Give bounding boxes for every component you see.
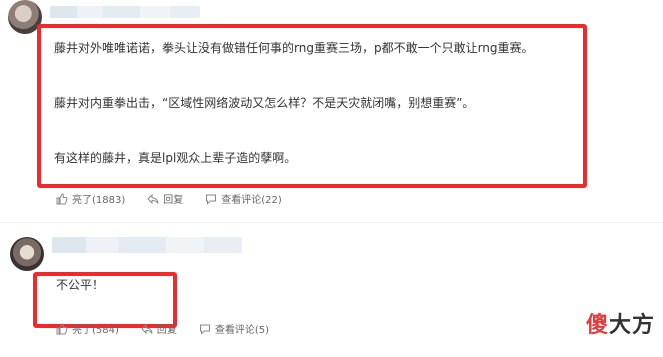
like-button[interactable]: 亮了(584) (56, 321, 119, 336)
reply-label: 回复 (156, 325, 177, 336)
username-blurred[interactable] (52, 237, 242, 253)
view-comments-button[interactable]: 查看评论(22) (205, 191, 282, 206)
comment-bubble-icon (206, 194, 217, 205)
user-avatar[interactable] (10, 237, 44, 271)
reply-icon (141, 323, 153, 334)
watermark-part1: 傻 (585, 313, 609, 338)
highlight-box (33, 272, 177, 328)
view-comments-button[interactable]: 查看评论(5) (199, 321, 269, 336)
thumbs-up-icon (56, 192, 68, 204)
like-button[interactable]: 亮了(1883) (56, 191, 125, 206)
username-blurred[interactable] (50, 6, 200, 18)
comment-actions: 亮了(1883) 回复 查看评论(22) (56, 191, 282, 206)
reply-button[interactable]: 回复 (141, 321, 177, 336)
like-count-label: 亮了(584) (72, 325, 119, 336)
watermark-part2: 大方 (608, 313, 655, 338)
view-comments-label: 查看评论(5) (214, 325, 270, 336)
like-count-label: 亮了(1883) (72, 195, 126, 206)
reply-button[interactable]: 回复 (147, 191, 183, 206)
comment-divider (0, 222, 663, 223)
highlight-box (37, 24, 587, 188)
reply-label: 回复 (163, 195, 184, 206)
comment-actions: 亮了(584) 回复 查看评论(5) (56, 321, 269, 336)
watermark-logo: 傻大方 (586, 307, 655, 339)
comment-bubble-icon (199, 324, 210, 335)
thumbs-up-icon (56, 322, 68, 334)
view-comments-label: 查看评论(22) (221, 195, 282, 206)
reply-icon (147, 193, 159, 204)
